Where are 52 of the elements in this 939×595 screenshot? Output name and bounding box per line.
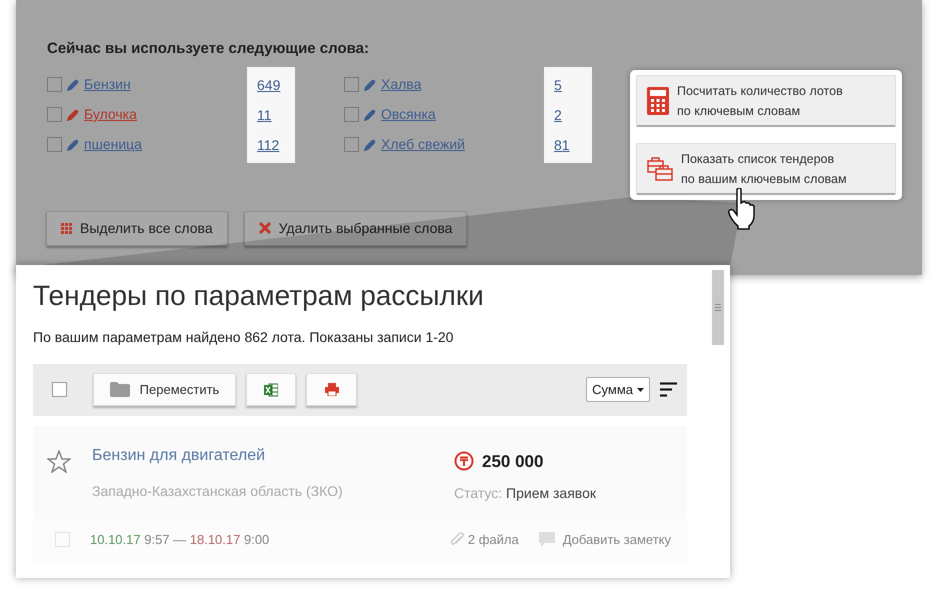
paperclip-icon [450, 532, 464, 548]
pencil-icon[interactable] [364, 108, 376, 120]
tender-title-link[interactable]: Бензин для двигателей [92, 446, 266, 464]
region-text: Западно-Казахстанская область (ЗКО) [92, 482, 344, 501]
pencil-icon[interactable] [67, 108, 79, 120]
folder-icon [110, 382, 130, 398]
count-link[interactable]: 2 [554, 100, 592, 130]
printer-icon [324, 383, 338, 396]
action-button[interactable]: Посчитать количество лотов по ключевым словам [636, 75, 896, 127]
comment-icon [538, 532, 555, 548]
checkbox[interactable] [47, 107, 62, 122]
sort-icon[interactable] [660, 382, 677, 398]
star-icon[interactable] [47, 450, 71, 473]
checkbox[interactable] [344, 107, 359, 122]
grid-icon [61, 222, 72, 234]
checkbox[interactable] [52, 382, 67, 398]
action-button[interactable]: Показать список тендеров по вашим ключевым словам [636, 143, 896, 195]
panel-button[interactable]: Выделить все слова [46, 210, 228, 246]
pencil-icon[interactable] [364, 78, 376, 90]
checkbox[interactable] [344, 77, 359, 92]
checkbox[interactable] [344, 137, 359, 152]
results-summary: По вашим параметрам найдено 862 лота. Показаны записи 1-20 [33, 328, 454, 347]
page-title: Тендеры по параметрам рассылки [33, 279, 485, 313]
sort-dropdown[interactable]: Сумма [586, 376, 650, 402]
status-text: Статус: Прием заявок [454, 484, 596, 504]
checkbox[interactable] [47, 77, 62, 92]
print-button[interactable] [306, 373, 357, 406]
count-link[interactable]: 649 [257, 70, 295, 100]
count-link[interactable]: 11 [257, 100, 295, 130]
panel-heading: Сейчас вы используете следующие слова: [47, 39, 370, 59]
count-link[interactable]: 5 [554, 70, 592, 100]
count-link[interactable]: 81 [554, 130, 592, 160]
checkbox[interactable] [47, 137, 62, 152]
briefcases-icon [647, 156, 673, 180]
currency-icon [454, 451, 474, 472]
add-note-link[interactable]: Добавить заметку [538, 530, 671, 550]
grip-icon [715, 304, 721, 311]
pencil-icon[interactable] [364, 138, 376, 150]
pencil-icon[interactable] [67, 78, 79, 90]
amount-text: 250 000 [482, 450, 544, 473]
delete-icon [258, 222, 271, 234]
excel-button[interactable] [246, 373, 296, 406]
count-link[interactable]: 112 [257, 130, 295, 160]
files-link[interactable]: 2 файла [450, 530, 519, 550]
scrollbar-thumb[interactable] [712, 270, 724, 345]
caret-icon [637, 388, 644, 392]
pencil-icon[interactable] [67, 138, 79, 150]
panel-button[interactable]: Удалить выбранные слова [244, 210, 468, 246]
date-range-text: 10.10.17 9:57 — 18.10.17 9:00 [90, 530, 270, 549]
calculator-icon [647, 86, 669, 114]
spreadsheet-icon [264, 382, 278, 397]
move-button[interactable]: Переместить [93, 373, 236, 406]
